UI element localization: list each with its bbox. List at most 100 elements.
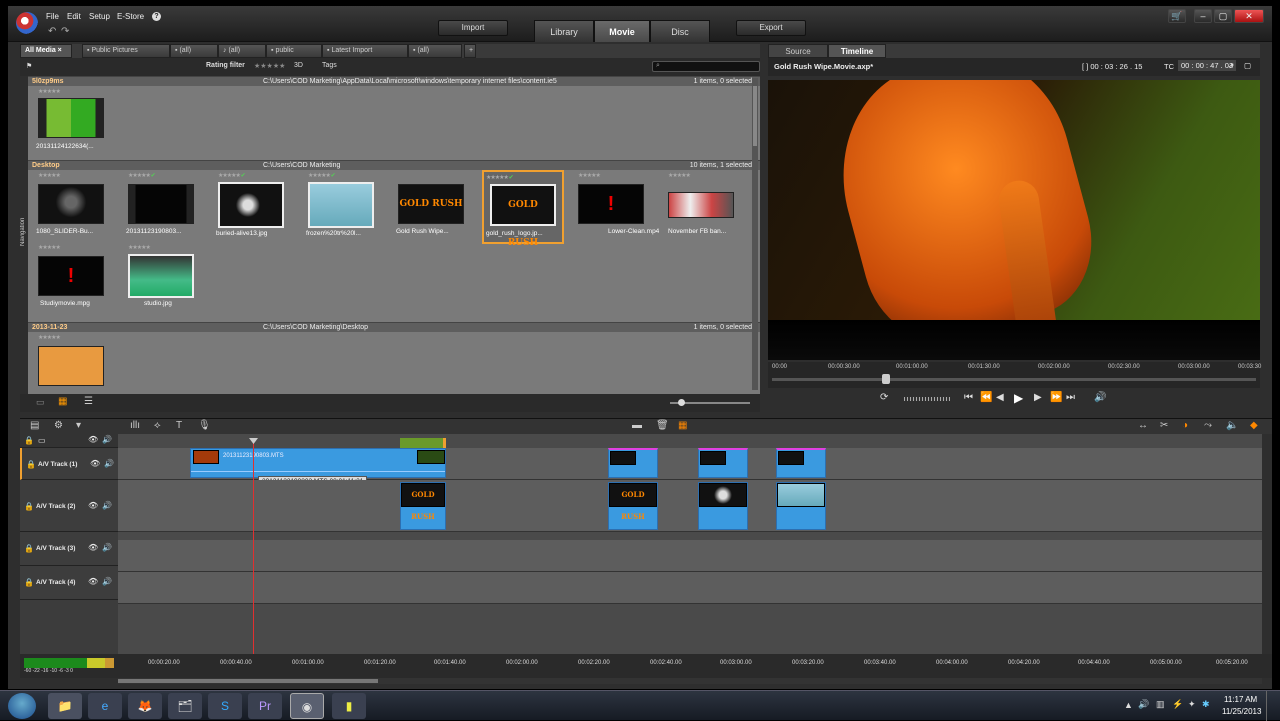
tab-latest-import[interactable]: ▪ Latest Import	[322, 44, 408, 58]
help-icon[interactable]: ?	[152, 12, 161, 21]
track-name[interactable]: A/V Track (2)	[36, 503, 75, 510]
timeline-tracks[interactable]: 20131123190803.MTS 20131123190803.MTS 00…	[118, 434, 1262, 654]
tab-library[interactable]: Library	[534, 20, 594, 42]
lock-icon[interactable]: 🔒	[24, 436, 34, 445]
selected-media-item[interactable]: ★★★★★ ✔ GOLD RUSH gold_rush_logo.jp...	[482, 170, 564, 248]
eye-icon[interactable]: 👁	[88, 501, 98, 510]
play-button[interactable]: ▶	[1014, 391, 1023, 405]
scroll-thumb[interactable]	[753, 86, 757, 146]
go-to-end-icon[interactable]: ⏭	[1066, 392, 1075, 403]
track-name[interactable]: A/V Track (4)	[36, 579, 75, 586]
lock-icon[interactable]: 🔒	[24, 544, 34, 553]
media-thumbnail[interactable]	[128, 184, 194, 224]
go-to-start-icon[interactable]: ⏮	[964, 392, 973, 403]
loop-icon[interactable]: ⟳	[880, 392, 888, 403]
show-desktop-button[interactable]	[1266, 691, 1280, 721]
close-button[interactable]: ✕	[1234, 9, 1264, 23]
search-input[interactable]: ⌕	[652, 61, 760, 72]
item-stars[interactable]: ★★★★★	[128, 244, 151, 251]
media-thumbnail[interactable]	[218, 182, 284, 228]
fullscreen-icon[interactable]: ▢	[1244, 61, 1251, 70]
firefox-taskbar-icon[interactable]: 🦊	[128, 693, 162, 719]
start-button[interactable]	[8, 693, 36, 719]
clock-time[interactable]: 11:17 AM	[1224, 695, 1257, 704]
speaker-icon[interactable]: 🔊	[102, 501, 112, 510]
audio-mixer-icon[interactable]: ıllı	[130, 420, 140, 431]
ie-taskbar-icon[interactable]: e	[88, 693, 122, 719]
video-clip[interactable]	[698, 448, 748, 478]
media-thumbnail[interactable]	[128, 254, 194, 298]
gold-rush-clip[interactable]: GOLD RUSH	[400, 482, 446, 530]
item-stars[interactable]: ★★★★★	[578, 172, 601, 179]
skype-taskbar-icon[interactable]: S	[208, 693, 242, 719]
buried-alive-clip[interactable]	[698, 482, 748, 530]
gold-rush-wipe-clip[interactable]: GOLD RUSH	[608, 482, 658, 530]
speaker-icon[interactable]: 🔊	[102, 577, 112, 586]
track-header-2[interactable]: 🔒 A/V Track (2) 👁 🔊	[20, 480, 118, 532]
filter-icon[interactable]: ⚑	[26, 62, 32, 70]
eye-icon[interactable]: 👁	[88, 435, 98, 444]
menu-file[interactable]: File	[46, 12, 59, 21]
tab-all-1[interactable]: ▪ (all)	[170, 44, 218, 58]
track-name[interactable]: A/V Track (3)	[36, 545, 75, 552]
media-thumbnail[interactable]	[38, 184, 104, 224]
track-header-3[interactable]: 🔒 A/V Track (3) 👁 🔊	[20, 532, 118, 566]
scrub-handle[interactable]	[882, 374, 890, 384]
volume-icon[interactable]: 🔊	[1094, 392, 1106, 403]
track-name[interactable]: A/V Track (1)	[38, 461, 77, 468]
video-clip[interactable]	[608, 448, 658, 478]
tab-public-pictures[interactable]: ▪ Public Pictures	[82, 44, 170, 58]
marker-add-icon[interactable]: ◆	[1250, 420, 1258, 431]
title-track-clip[interactable]	[400, 438, 446, 448]
timeline-scroll-thumb[interactable]	[118, 679, 378, 683]
maximize-button[interactable]: ▢	[1214, 9, 1232, 23]
playhead[interactable]	[253, 440, 254, 654]
item-stars[interactable]: ★★★★★ ✔	[218, 172, 246, 179]
microphone-icon[interactable]: 🎙	[198, 420, 211, 431]
timeline-ruler[interactable]: -60 -22 -16 -10 -6 -3 0 00:00:20.00 00:0…	[20, 654, 1272, 678]
eye-icon[interactable]: 👁	[88, 577, 98, 586]
playhead-handle[interactable]	[249, 438, 258, 444]
group-header[interactable]: Desktop C:\Users\COD Marketing 10 items,…	[28, 160, 760, 170]
marker-icon[interactable]: ⟡	[154, 420, 161, 431]
group-header[interactable]: 2013-11-23 C:\Users\COD Marketing\Deskto…	[28, 322, 760, 332]
title-tool-icon[interactable]: T	[176, 420, 182, 431]
tray-arrow-icon[interactable]: ▲	[1124, 700, 1133, 710]
step-back-icon[interactable]: ◀	[996, 392, 1004, 403]
tab-timeline[interactable]: Timeline	[828, 44, 886, 58]
group-header[interactable]: 5l0zp9ms C:\Users\COD Marketing\AppData\…	[28, 76, 760, 86]
speaker-icon[interactable]: 🔊	[104, 459, 114, 468]
zoom-slider[interactable]	[670, 399, 750, 406]
media-thumbnail[interactable]: !	[38, 256, 104, 296]
track-header-1[interactable]: 🔒 A/V Track (1) 👁 🔊	[20, 448, 118, 480]
library-scrollbar[interactable]	[752, 78, 758, 390]
menu-edit[interactable]: Edit	[67, 12, 81, 21]
item-stars[interactable]: ★★★★★	[668, 172, 691, 179]
undo-icon[interactable]: ↶	[48, 26, 56, 37]
media-thumbnail[interactable]	[38, 346, 104, 386]
new-tab-button[interactable]: +	[464, 44, 476, 58]
item-stars[interactable]: ★★★★★ ✔	[486, 174, 514, 181]
preview-screen[interactable]	[768, 80, 1260, 360]
export-frame-icon[interactable]: ⇗	[1228, 61, 1234, 70]
network-tray-icon[interactable]: ▥	[1156, 699, 1165, 710]
redo-icon[interactable]: ↷	[61, 26, 69, 37]
3d-filter[interactable]: 3D	[294, 62, 303, 69]
item-stars[interactable]: ★★★★★	[38, 172, 61, 179]
delete-icon[interactable]: 🗑	[656, 420, 669, 431]
explorer-taskbar-icon[interactable]: 📁	[48, 693, 82, 719]
volume-tray-icon[interactable]: 🔊	[1138, 699, 1149, 710]
list-view-icon[interactable]: ☰	[84, 396, 93, 407]
track-header-4[interactable]: 🔒 A/V Track (4) 👁 🔊	[20, 566, 118, 600]
tab-movie[interactable]: Movie	[594, 20, 650, 42]
media-thumbnail[interactable]: GOLD RUSH	[398, 184, 464, 224]
tab-all-3[interactable]: ▪ (all)	[408, 44, 462, 58]
ripple-icon[interactable]: ⤳	[1204, 420, 1212, 431]
minimize-button[interactable]: –	[1194, 9, 1212, 23]
trash-icon[interactable]: ▭	[36, 397, 45, 408]
tray-app-icon[interactable]: ✦	[1188, 699, 1196, 710]
player-scrubber[interactable]: 00:00 00:00:30.00 00:01:00.00 00:01:30.0…	[768, 362, 1261, 388]
zoom-slider-knob[interactable]	[678, 399, 685, 406]
media-thumbnail[interactable]: !	[578, 184, 644, 224]
frozen-clip[interactable]	[776, 482, 826, 530]
